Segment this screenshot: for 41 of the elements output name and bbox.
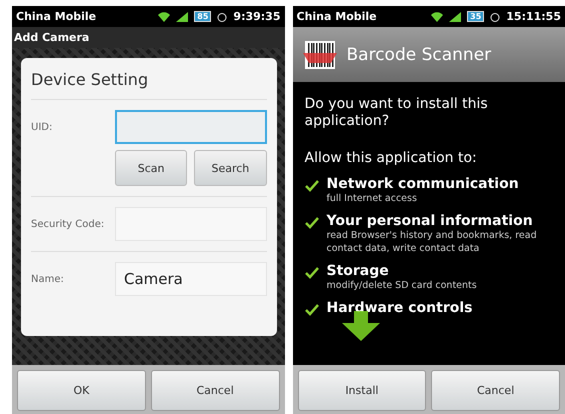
field-label: Security Code: <box>31 218 106 230</box>
permission-detail: full Internet access <box>326 192 418 205</box>
clock-time: 9:39:35 <box>233 10 280 23</box>
name-field[interactable]: Camera <box>115 262 266 296</box>
check-icon <box>304 304 318 316</box>
search-button[interactable]: Search <box>194 150 266 186</box>
dialog-title: Device Setting <box>31 58 266 100</box>
alarm-clock-icon <box>217 12 228 22</box>
check-icon <box>304 217 318 229</box>
battery-icon: 85 <box>194 11 212 22</box>
permission-detail: modify/delete SD card contents <box>326 279 477 292</box>
wifi-icon <box>431 12 444 22</box>
carrier-name: China Mobile <box>296 10 377 23</box>
install-question: Do you want to install this application? <box>304 96 489 130</box>
carrier-name: China Mobile <box>16 10 96 23</box>
permission-title: Your personal information <box>326 213 534 229</box>
app-name: Barcode Scanner <box>346 44 492 64</box>
ok-button[interactable]: OK <box>17 370 146 411</box>
field-label: Name: <box>31 274 65 284</box>
scan-button[interactable]: Scan <box>115 150 188 186</box>
check-icon <box>304 267 318 279</box>
permission-detail: read Browser's history and bookmarks, read contact data, write contact data <box>326 229 538 255</box>
cancel-button[interactable]: Cancel <box>150 370 280 411</box>
uid-field[interactable] <box>115 110 266 144</box>
permissions-heading: Allow this application to: <box>304 150 478 166</box>
down-arrow-icon <box>340 311 380 341</box>
signal-icon <box>176 12 188 22</box>
field-label: UID: <box>31 122 54 132</box>
battery-icon: 35 <box>467 11 484 22</box>
check-icon <box>304 180 318 192</box>
permission-title: Hardware controls <box>326 300 472 316</box>
signal-icon <box>449 12 462 22</box>
wifi-icon <box>158 12 170 22</box>
cancel-button[interactable]: Cancel <box>431 370 560 411</box>
install-button[interactable]: Install <box>298 370 426 411</box>
screen-title: Add Camera <box>12 27 284 48</box>
barcode-icon <box>302 38 336 70</box>
clock-time: 15:11:55 <box>506 10 561 23</box>
permission-title: Storage <box>326 263 390 279</box>
permission-title: Network communication <box>326 176 519 192</box>
alarm-clock-icon <box>490 12 500 22</box>
